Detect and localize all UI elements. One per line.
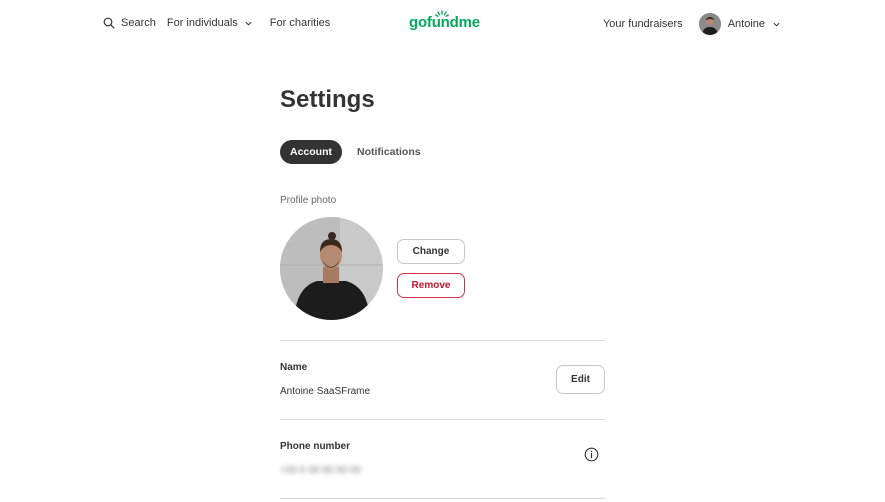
settings-tabs: Account Notifications bbox=[280, 140, 431, 164]
name-label: Name bbox=[280, 362, 308, 373]
logo-sun-icon bbox=[435, 10, 449, 17]
avatar-image bbox=[698, 13, 721, 35]
edit-name-button[interactable]: Edit bbox=[556, 365, 605, 394]
user-nav: Your fundraisers Antoine bbox=[603, 13, 781, 35]
for-charities-link[interactable]: For charities bbox=[270, 17, 331, 29]
change-photo-button[interactable]: Change bbox=[397, 239, 465, 264]
profile-photo-label: Profile photo bbox=[280, 195, 337, 206]
for-individuals-label: For individuals bbox=[166, 17, 238, 29]
avatar[interactable] bbox=[698, 13, 721, 35]
user-name[interactable]: Antoine bbox=[728, 18, 765, 30]
tab-account[interactable]: Account bbox=[280, 140, 342, 164]
phone-number-value: +33 6 00 00 00 00 bbox=[280, 465, 361, 476]
divider bbox=[280, 498, 605, 499]
search-link[interactable]: Search bbox=[103, 17, 156, 29]
tab-notifications[interactable]: Notifications bbox=[347, 140, 431, 164]
gofundme-logo[interactable]: gofundme bbox=[409, 10, 480, 31]
page-title: Settings bbox=[280, 86, 375, 113]
search-label: Search bbox=[121, 17, 156, 29]
profile-photo bbox=[280, 217, 383, 320]
phone-number-label: Phone number bbox=[280, 441, 351, 452]
your-fundraisers-link[interactable]: Your fundraisers bbox=[603, 18, 683, 30]
primary-nav: Search For individuals For charities bbox=[103, 17, 330, 29]
divider bbox=[280, 419, 605, 420]
chevron-down-icon bbox=[245, 21, 252, 26]
for-individuals-menu[interactable]: For individuals bbox=[167, 17, 253, 29]
name-value: Antoine SaaSFrame bbox=[280, 386, 371, 397]
chevron-down-icon[interactable] bbox=[772, 20, 781, 29]
for-charities-label: For charities bbox=[269, 17, 331, 29]
search-icon bbox=[103, 17, 115, 29]
divider bbox=[280, 340, 605, 341]
profile-photo-image bbox=[280, 217, 383, 320]
info-icon[interactable] bbox=[584, 447, 599, 462]
remove-photo-button[interactable]: Remove bbox=[397, 273, 465, 298]
